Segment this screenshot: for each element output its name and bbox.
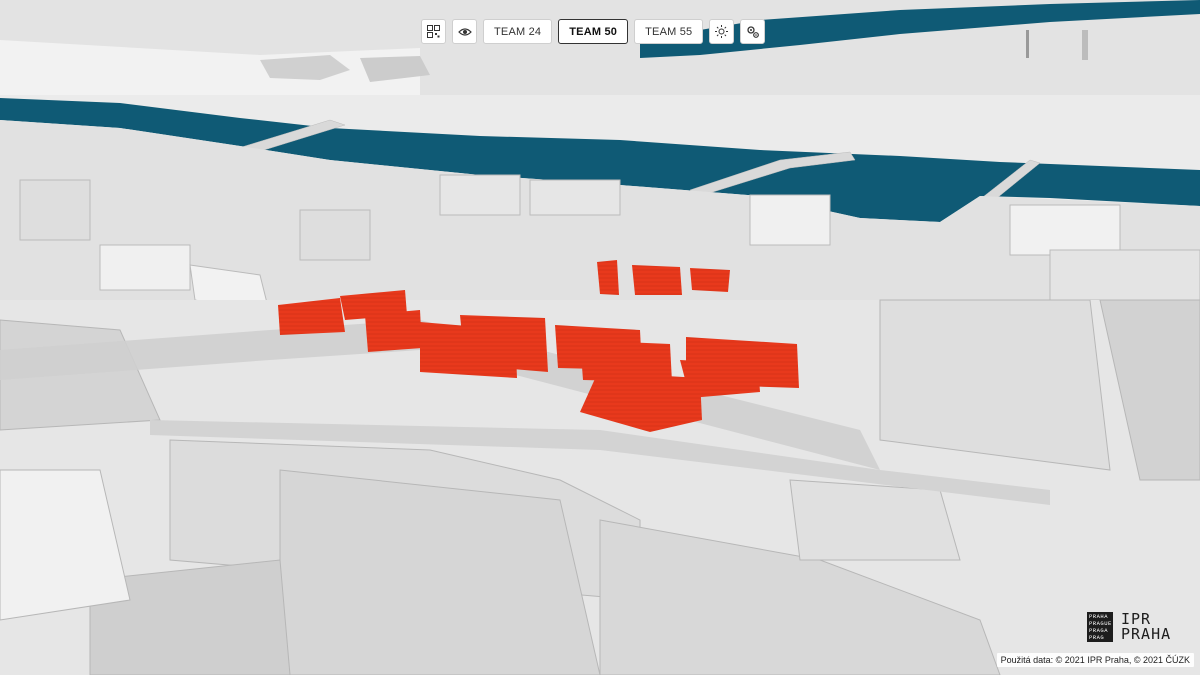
tower — [1026, 30, 1029, 58]
tower — [1082, 30, 1088, 60]
proposal-block — [460, 315, 548, 372]
team-toolbar: TEAM 24 TEAM 50 TEAM 55 — [421, 18, 766, 45]
team-50-button[interactable]: TEAM 50 — [558, 19, 629, 44]
sun-icon[interactable] — [709, 19, 735, 44]
map-3d-view[interactable] — [0, 0, 1200, 675]
proposal-block — [597, 260, 619, 295]
proposal-block — [632, 265, 682, 295]
eye-icon[interactable] — [452, 19, 477, 44]
logo-text-line2: PRAHA — [1121, 625, 1172, 643]
proposal-block — [365, 310, 422, 352]
ipr-praha-logo: PRAHA PRAGUE PRAGA PRAG IPR PRAHA — [1087, 612, 1171, 642]
map-attribution: Použitá data: © 2021 IPR Praha, © 2021 Č… — [996, 653, 1194, 667]
proposal-block — [690, 268, 730, 292]
team-55-button[interactable]: TEAM 55 — [634, 19, 704, 44]
logo-mark: PRAHA PRAGUE PRAGA PRAG — [1087, 612, 1113, 642]
qr-code-icon[interactable] — [421, 19, 446, 44]
settings-icon[interactable] — [740, 19, 766, 44]
proposal-block — [680, 360, 760, 398]
logo-wordmark: IPR PRAHA — [1121, 612, 1171, 642]
team-24-button[interactable]: TEAM 24 — [483, 19, 553, 44]
